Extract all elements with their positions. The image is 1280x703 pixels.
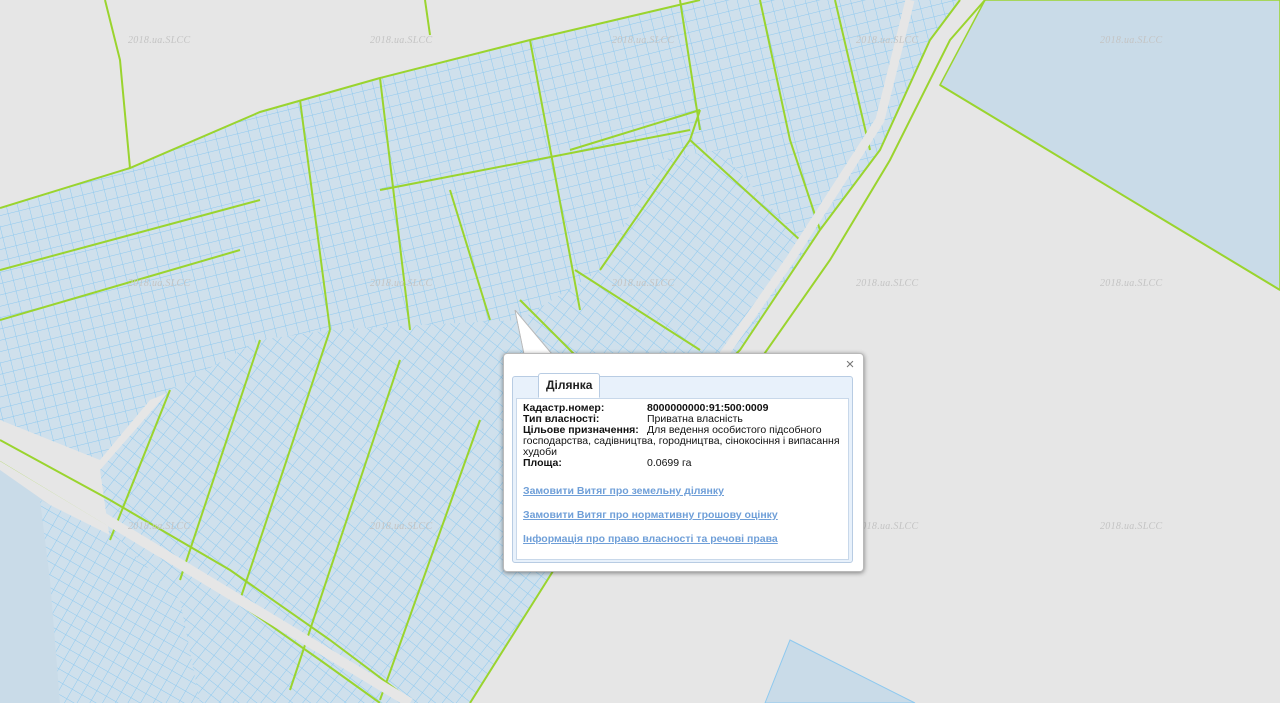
tab-parcel[interactable]: Ділянка [538, 373, 601, 398]
purpose-row: Цільове призначення: Для ведення особист… [523, 425, 841, 458]
parcel-details: Кадастр.номер: 8000000000:91:500:0009 Ти… [516, 398, 849, 560]
popup-pointer [514, 310, 554, 356]
map-watermark: 2018.ua.SLCC [370, 35, 433, 46]
map-watermark: 2018.ua.SLCC [612, 35, 675, 46]
map-watermark: 2018.ua.SLCC [612, 278, 675, 289]
map-watermark: 2018.ua.SLCC [1100, 35, 1163, 46]
map-watermark: 2018.ua.SLCC [1100, 278, 1163, 289]
order-valuation-extract-link[interactable]: Замовити Витяг про нормативну грошову оц… [523, 509, 778, 521]
area-value: 0.0699 га [647, 457, 692, 469]
purpose-value-continued: господарства, садівництва, городництва, … [523, 435, 840, 458]
ownership-info-link[interactable]: Інформація про право власності та речові… [523, 533, 778, 545]
area-label: Площа: [523, 457, 562, 469]
map-watermark: 2018.ua.SLCC [1100, 521, 1163, 532]
close-icon[interactable]: × [843, 357, 857, 372]
map-watermark: 2018.ua.SLCC [128, 35, 191, 46]
map-watermark: 2018.ua.SLCC [370, 521, 433, 532]
map-watermark: 2018.ua.SLCC [370, 278, 433, 289]
order-land-extract-link[interactable]: Замовити Витяг про земельну ділянку [523, 485, 778, 497]
map-watermark: 2018.ua.SLCC [128, 278, 191, 289]
map-watermark: 2018.ua.SLCC [856, 278, 919, 289]
map-watermark: 2018.ua.SLCC [856, 35, 919, 46]
area-row: Площа: 0.0699 га [523, 458, 841, 469]
map-watermark: 2018.ua.SLCC [128, 521, 191, 532]
cadastral-map[interactable] [0, 0, 1280, 703]
map-watermark: 2018.ua.SLCC [856, 521, 919, 532]
parcel-info-popup: × Ділянка Кадастр.номер: 8000000000:91:5… [503, 353, 864, 572]
